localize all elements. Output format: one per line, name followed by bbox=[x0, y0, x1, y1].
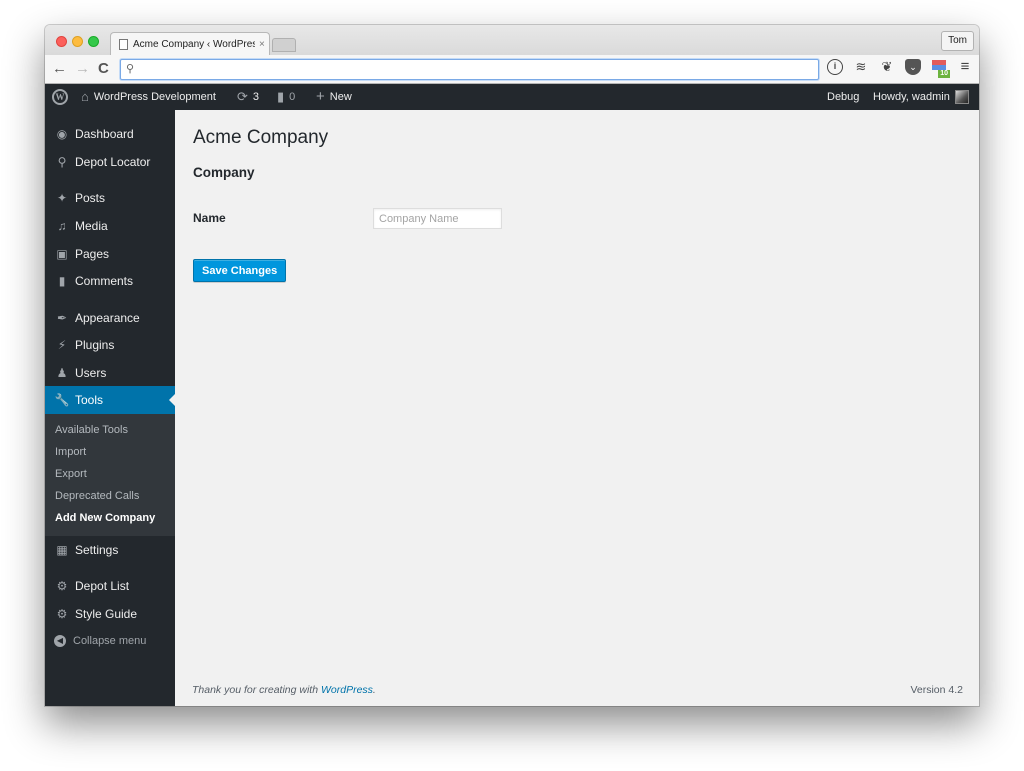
document-icon bbox=[119, 39, 128, 50]
home-icon: ⌂ bbox=[81, 89, 89, 104]
section-title: Company bbox=[193, 165, 255, 180]
wp-logo-menu[interactable]: W bbox=[52, 84, 68, 110]
sidebar-item-pages[interactable]: ▣ Pages bbox=[45, 240, 175, 268]
save-changes-button[interactable]: Save Changes bbox=[193, 259, 287, 282]
hatena-icon[interactable]: 10 bbox=[931, 59, 950, 78]
gear-icon: ⚙ bbox=[56, 579, 68, 593]
sidebar-item-posts[interactable]: ✦ Posts bbox=[45, 184, 175, 212]
sidebar-item-dashboard[interactable]: ◉ Dashboard bbox=[45, 120, 175, 148]
new-content-link[interactable]: + New bbox=[316, 84, 352, 110]
media-icon: ♫ bbox=[57, 219, 67, 233]
tab-title: Acme Company ‹ WordPress bbox=[133, 39, 255, 50]
sidebar-item-depot-list[interactable]: ⚙ Depot List bbox=[45, 572, 175, 600]
browser-tab[interactable]: Acme Company ‹ WordPress × bbox=[110, 32, 270, 56]
submenu-item-available-tools[interactable]: Available Tools bbox=[55, 424, 128, 436]
updates-icon: ⟳ bbox=[237, 89, 248, 104]
sidebar-item-style-guide[interactable]: ⚙ Style Guide bbox=[45, 600, 175, 628]
pocket-icon[interactable]: ⌄ bbox=[905, 59, 921, 75]
submenu-item-export[interactable]: Export bbox=[55, 468, 87, 480]
comment-bubble-icon: ▮ bbox=[277, 89, 285, 104]
plus-icon: + bbox=[316, 88, 325, 105]
footer-version: Version 4.2 bbox=[910, 684, 963, 696]
zoom-window-button[interactable] bbox=[88, 36, 99, 47]
browser-window: Acme Company ‹ WordPress × Tom ← → C ⚲ i… bbox=[45, 25, 979, 706]
pin-icon: ✦ bbox=[56, 191, 68, 205]
avatar bbox=[954, 90, 969, 104]
buffer-icon[interactable]: ≋ bbox=[853, 59, 869, 75]
sidebar-item-settings[interactable]: ▦ Settings bbox=[45, 536, 175, 564]
back-arrow-icon[interactable]: ← bbox=[52, 60, 67, 78]
account-menu[interactable]: Howdy, wadmin bbox=[873, 84, 969, 110]
sidebar-item-depot-locator[interactable]: ⚲ Depot Locator bbox=[45, 148, 175, 176]
company-name-input[interactable] bbox=[373, 208, 502, 229]
site-name-link[interactable]: ⌂ WordPress Development bbox=[81, 84, 216, 110]
name-field-label: Name bbox=[193, 211, 226, 225]
sidebar-item-tools[interactable]: 🔧 Tools bbox=[45, 386, 175, 414]
search-icon: ⚲ bbox=[126, 63, 135, 75]
wordpress-link[interactable]: WordPress bbox=[321, 684, 373, 696]
extension-icons: i ≋ ❦ ⌄ 10 ≡ bbox=[827, 59, 973, 78]
settings-icon: ▦ bbox=[56, 543, 68, 557]
wrench-icon: 🔧 bbox=[54, 393, 70, 407]
evernote-icon[interactable]: ❦ bbox=[879, 59, 895, 75]
new-tab-button[interactable] bbox=[272, 38, 296, 52]
user-icon: ♟ bbox=[56, 366, 68, 380]
reload-icon[interactable]: C bbox=[98, 60, 109, 78]
debug-label: Debug bbox=[827, 91, 860, 103]
plug-icon: ⚡ bbox=[57, 338, 67, 352]
sidebar-item-media[interactable]: ♫ Media bbox=[45, 212, 175, 240]
updates-count: 3 bbox=[252, 91, 260, 103]
minimize-window-button[interactable] bbox=[72, 36, 83, 47]
page-title: Acme Company bbox=[193, 127, 329, 148]
comments-count: 0 bbox=[289, 91, 296, 103]
main-content: Acme Company Company Name Save Changes T… bbox=[175, 110, 979, 706]
wp-admin-bar: W ⌂ WordPress Development ⟳ 3 ▮ 0 + New … bbox=[45, 84, 979, 110]
comments-icon: ▮ bbox=[58, 274, 66, 288]
location-icon: ⚲ bbox=[57, 155, 67, 169]
admin-sidebar: ◉ Dashboard ⚲ Depot Locator ✦ Posts ♫ Me… bbox=[45, 110, 175, 706]
extension-badge: 10 bbox=[938, 70, 950, 78]
sidebar-item-appearance[interactable]: ✒ Appearance bbox=[45, 304, 175, 332]
dashboard-icon: ◉ bbox=[56, 127, 68, 141]
pages-icon: ▣ bbox=[56, 247, 68, 261]
tab-close-icon[interactable]: × bbox=[259, 39, 265, 50]
sidebar-item-comments[interactable]: ▮ Comments bbox=[45, 267, 175, 295]
comments-link[interactable]: ▮ 0 bbox=[277, 84, 295, 110]
menu-icon[interactable]: ≡ bbox=[957, 59, 973, 75]
updates-link[interactable]: ⟳ 3 bbox=[237, 84, 259, 110]
greeting: Howdy, wadmin bbox=[873, 91, 950, 103]
address-bar[interactable]: ⚲ bbox=[120, 59, 819, 80]
submenu-item-add-new-company[interactable]: Add New Company bbox=[55, 512, 155, 524]
sidebar-item-users[interactable]: ♟ Users bbox=[45, 359, 175, 387]
wordpress-logo-icon: W bbox=[52, 89, 68, 105]
profile-button[interactable]: Tom bbox=[941, 31, 974, 51]
submenu-item-deprecated-calls[interactable]: Deprecated Calls bbox=[55, 490, 139, 502]
tab-strip: Acme Company ‹ WordPress × Tom bbox=[45, 25, 979, 56]
site-name: WordPress Development bbox=[93, 91, 216, 103]
close-window-button[interactable] bbox=[56, 36, 67, 47]
sidebar-item-plugins[interactable]: ⚡ Plugins bbox=[45, 331, 175, 359]
collapse-arrow-icon: ◀ bbox=[54, 635, 66, 647]
tools-submenu: Available Tools Import Export Deprecated… bbox=[45, 414, 175, 536]
new-label: New bbox=[329, 91, 352, 103]
collapse-menu-button[interactable]: ◀ Collapse menu bbox=[45, 627, 175, 655]
submenu-item-import[interactable]: Import bbox=[55, 446, 86, 458]
brush-icon: ✒ bbox=[56, 311, 68, 325]
browser-toolbar: ← → C ⚲ i ≋ ❦ ⌄ 10 ≡ bbox=[45, 55, 979, 84]
forward-arrow-icon[interactable]: → bbox=[75, 60, 90, 78]
gear-icon: ⚙ bbox=[56, 607, 68, 621]
footer-thanks: Thank you for creating with WordPress. bbox=[192, 684, 376, 696]
1password-icon[interactable]: i bbox=[827, 59, 843, 75]
debug-link[interactable]: Debug bbox=[827, 84, 859, 110]
